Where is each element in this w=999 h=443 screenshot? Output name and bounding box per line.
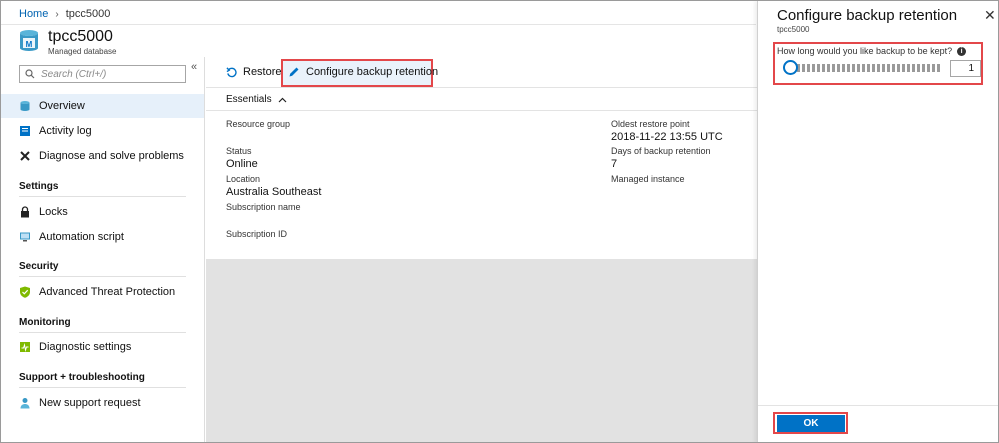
search-input[interactable]	[41, 68, 171, 80]
search-icon	[25, 69, 35, 79]
location-field: Location Australia Southeast	[226, 173, 321, 199]
chevron-up-icon	[278, 97, 287, 102]
resource-group-field: Resource group	[226, 118, 290, 130]
status-label: Status	[226, 146, 252, 156]
panel-subtitle: tpcc5000	[777, 25, 810, 34]
sidebar-item-locks[interactable]: Locks	[1, 200, 204, 224]
resource-header: M tpcc5000 Managed database	[16, 28, 117, 57]
status-value: Online	[226, 158, 258, 170]
managed-instance-field: Managed instance	[611, 173, 685, 185]
ok-button[interactable]: OK	[777, 415, 845, 432]
page-title: tpcc5000	[48, 28, 113, 45]
subscription-id-label: Subscription ID	[226, 229, 288, 239]
wrench-icon	[20, 151, 30, 161]
overview-database-icon	[20, 101, 30, 111]
sidebar-item-diagnostic-settings[interactable]: Diagnostic settings	[1, 335, 204, 359]
sidebar-item-automation-script[interactable]: Automation script	[1, 225, 204, 249]
command-toolbar: Restore Configure backup retention	[206, 57, 757, 88]
lock-icon	[21, 206, 29, 218]
nav-divider	[19, 387, 186, 388]
retention-question-label: How long would you like backup to be kep…	[777, 46, 953, 56]
restore-icon	[226, 66, 237, 77]
sidebar-item-label: Activity log	[39, 125, 92, 137]
pencil-icon	[289, 67, 299, 77]
page-subtitle: Managed database	[48, 47, 117, 56]
subscription-name-field: Subscription name	[226, 201, 301, 213]
subscription-id-field: Subscription ID	[226, 228, 287, 240]
location-value: Australia Southeast	[226, 186, 322, 198]
essentials-toggle[interactable]: Essentials	[226, 94, 287, 105]
panel-footer-divider	[758, 405, 998, 406]
oldest-restore-field: Oldest restore point 2018-11-22 13:55 UT…	[611, 118, 723, 144]
days-retention-value: 7	[611, 158, 618, 170]
essentials-divider	[206, 110, 757, 111]
nav-section-monitoring: Monitoring	[19, 317, 71, 328]
breadcrumb: Home › tpcc5000	[19, 7, 110, 21]
oldest-restore-value: 2018-11-22 13:55 UTC	[611, 131, 723, 143]
sidebar-item-label: Automation script	[39, 231, 124, 243]
content-placeholder-area	[206, 259, 757, 442]
close-icon[interactable]: ✕	[984, 7, 996, 24]
support-request-icon	[20, 398, 30, 409]
configure-label: Configure backup retention	[306, 66, 439, 78]
nav-divider	[19, 332, 186, 333]
essentials-label: Essentials	[226, 94, 272, 105]
managed-database-icon: M	[20, 30, 38, 51]
retention-question: How long would you like backup to be kep…	[777, 46, 967, 56]
app-window: Home › tpcc5000 M tpcc5000 Managed datab…	[0, 0, 999, 443]
svg-text:M: M	[26, 40, 33, 49]
nav-section-support: Support + troubleshooting	[19, 372, 145, 383]
sidebar-search[interactable]	[19, 65, 186, 83]
restore-button[interactable]: Restore	[226, 63, 282, 81]
collapse-sidebar-icon[interactable]: «	[191, 61, 197, 73]
sidebar-item-activity-log[interactable]: Activity log	[1, 119, 204, 143]
configure-backup-retention-panel: Configure backup retention tpcc5000 ✕ Ho…	[757, 1, 998, 442]
main-content: Restore Configure backup retention Essen…	[206, 57, 757, 442]
nav-section-security: Security	[19, 261, 59, 272]
sidebar-item-label: Overview	[39, 100, 85, 112]
days-retention-field: Days of backup retention 7	[611, 145, 711, 171]
sidebar: « Overview Activity log Diagnose and sol…	[1, 57, 205, 442]
days-retention-label: Days of backup retention	[611, 146, 711, 156]
sidebar-item-label: New support request	[39, 397, 141, 409]
activity-log-icon	[20, 126, 30, 136]
status-field: Status Online	[226, 145, 258, 171]
sidebar-item-label: Advanced Threat Protection	[39, 286, 176, 298]
top-divider	[1, 24, 756, 25]
configure-backup-retention-button[interactable]: Configure backup retention	[288, 63, 438, 81]
subscription-name-label: Subscription name	[226, 202, 301, 212]
sidebar-item-new-support-request[interactable]: New support request	[1, 391, 204, 415]
oldest-restore-label: Oldest restore point	[611, 119, 690, 129]
nav-divider	[19, 196, 186, 197]
automation-script-icon	[20, 232, 30, 242]
sidebar-item-overview[interactable]: Overview	[1, 94, 204, 118]
sidebar-item-advanced-threat-protection[interactable]: Advanced Threat Protection	[1, 280, 204, 304]
retention-slider-thumb[interactable]	[783, 60, 798, 75]
resource-group-label: Resource group	[226, 119, 291, 129]
breadcrumb-separator: ›	[55, 8, 59, 20]
panel-title: Configure backup retention	[777, 7, 958, 24]
sidebar-item-label: Diagnose and solve problems	[39, 150, 184, 162]
sidebar-item-label: Diagnostic settings	[39, 341, 132, 353]
location-label: Location	[226, 174, 261, 184]
retention-slider-track[interactable]	[792, 64, 940, 72]
retention-days-input[interactable]	[950, 60, 981, 77]
sidebar-item-diagnose[interactable]: Diagnose and solve problems	[1, 144, 204, 168]
shield-icon	[20, 286, 30, 298]
breadcrumb-current: tpcc5000	[65, 8, 111, 20]
nav-section-settings: Settings	[19, 181, 59, 192]
diagnostic-settings-icon	[20, 342, 30, 352]
restore-label: Restore	[243, 66, 282, 78]
managed-instance-label: Managed instance	[611, 174, 685, 184]
breadcrumb-home-link[interactable]: Home	[19, 8, 48, 20]
info-icon[interactable]: i	[957, 46, 967, 56]
nav-divider	[19, 276, 186, 277]
sidebar-item-label: Locks	[39, 206, 68, 218]
